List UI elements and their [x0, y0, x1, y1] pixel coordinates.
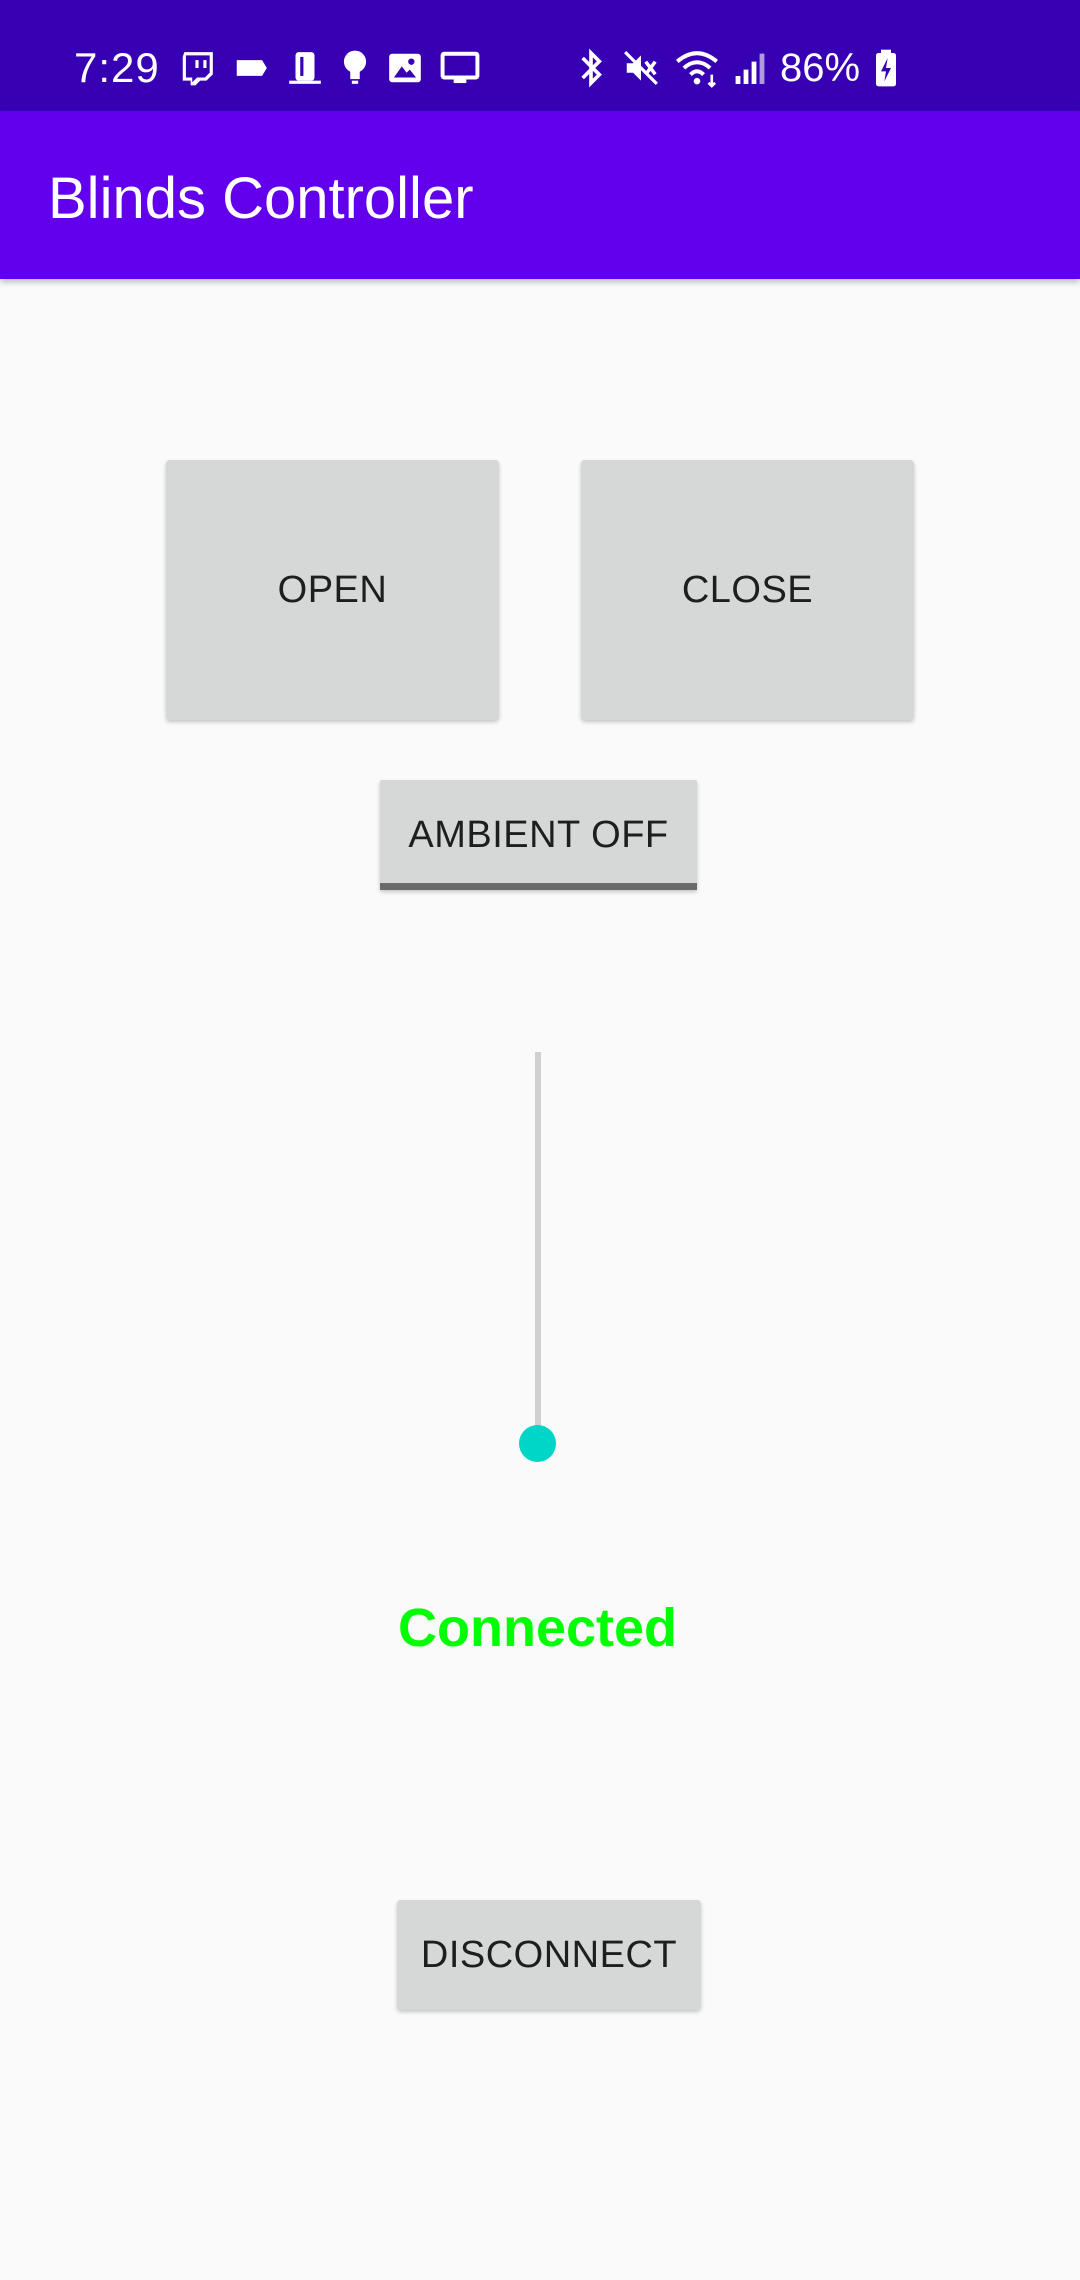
signal-icon: [734, 48, 766, 88]
open-button[interactable]: OPEN: [166, 460, 499, 720]
battery-percent: 86%: [780, 46, 861, 90]
bluetooth-icon: [574, 48, 608, 88]
status-bar: 7:29 86%: [0, 0, 1080, 111]
status-time: 7:29: [74, 44, 160, 91]
bulb-icon: [340, 49, 370, 87]
image-icon: [386, 49, 424, 87]
notification-icons: [178, 46, 480, 90]
disconnect-button[interactable]: DISCONNECT: [397, 1900, 701, 2010]
connection-status: Connected: [397, 1598, 678, 1658]
app-title: Blinds Controller: [48, 166, 474, 231]
mute-icon: [622, 48, 660, 88]
wifi-icon: [674, 48, 720, 88]
position-slider-track[interactable]: [535, 1052, 541, 1443]
ambient-toggle-button[interactable]: AMBIENT OFF: [380, 780, 697, 890]
position-slider-thumb[interactable]: [519, 1425, 556, 1462]
battery-charging-icon: [874, 48, 898, 88]
tag-icon: [232, 49, 270, 87]
monitor-icon: [440, 49, 480, 87]
system-icons: 86%: [574, 46, 898, 90]
ambient-toggle-indicator: [380, 883, 697, 890]
app-bar: Blinds Controller: [0, 111, 1080, 279]
doorbell-icon: [286, 49, 324, 87]
close-button[interactable]: CLOSE: [581, 460, 914, 720]
twitch-icon: [178, 49, 216, 87]
